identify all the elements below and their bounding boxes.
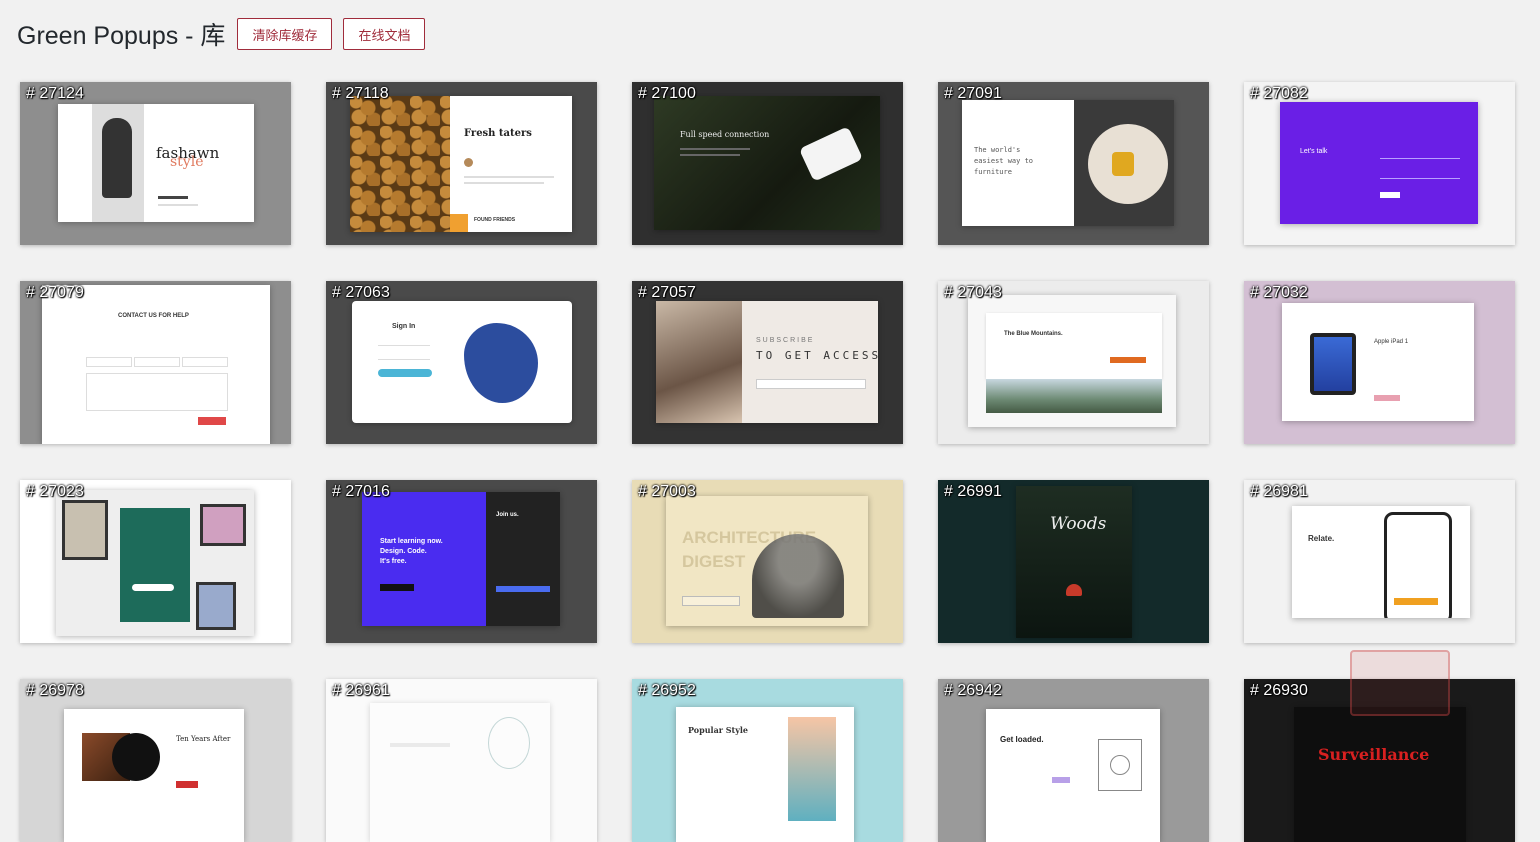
popup-text: Design. Code. [380, 548, 427, 555]
popup-id: # 26981 [1250, 483, 1308, 500]
popup-card[interactable]: Apple iPad 1 # 27032 [1244, 281, 1515, 444]
popup-id: # 26942 [944, 682, 1002, 699]
popup-text: The world's [974, 146, 1021, 154]
popup-id: # 26961 [332, 682, 390, 699]
popup-card[interactable]: Let's talk # 27082 [1244, 82, 1515, 245]
popup-card[interactable]: fashawn style # 27124 [20, 82, 291, 245]
popup-id: # 27063 [332, 284, 390, 301]
popup-thumbnail: The world's easiest way to furniture [938, 82, 1209, 245]
popup-heading: Surveillance [1318, 745, 1430, 764]
popup-text: Join us. [496, 512, 519, 518]
popup-heading: Sign In [392, 323, 416, 330]
popup-id: # 27082 [1250, 85, 1308, 102]
popup-card[interactable]: Full speed connection # 27100 [632, 82, 903, 245]
popup-text: Start learning now. [380, 538, 443, 545]
popup-thumbnail: Relate. [1244, 480, 1515, 643]
page-title: Green Popups - 库 [17, 22, 226, 50]
popup-thumbnail: Fresh taters FOUND FRIENDS [326, 82, 597, 245]
popup-thumbnail [326, 679, 597, 842]
popup-id: # 27043 [944, 284, 1002, 301]
popup-id: # 26991 [944, 483, 1002, 500]
popup-thumbnail: Get loaded. [938, 679, 1209, 842]
popup-card[interactable]: # 27023 [20, 480, 291, 643]
popup-text: SUBSCRIBE [756, 337, 815, 344]
popup-heading: Full speed connection [680, 130, 770, 139]
popup-card[interactable]: ARCHITECTURE DIGEST # 27003 [632, 480, 903, 643]
popup-id: # 27091 [944, 85, 1002, 102]
popup-heading: The Blue Mountains. [1004, 331, 1063, 337]
popup-thumbnail: Let's talk [1244, 82, 1515, 245]
popup-id: # 27023 [26, 483, 84, 500]
popup-id: # 26952 [638, 682, 696, 699]
popup-thumbnail: CONTACT US FOR HELP [20, 281, 291, 444]
footer-text: FOUND FRIENDS [474, 217, 516, 223]
clear-cache-button[interactable]: 清除库缓存 [237, 18, 333, 50]
popup-text: It's free. [380, 558, 407, 565]
brand-accent-text: style [170, 154, 204, 170]
popup-heading: TO GET ACCESS [756, 349, 878, 362]
popup-card[interactable]: Start learning now. Design. Code. It's f… [326, 480, 597, 643]
popup-thumbnail: Popular Style [632, 679, 903, 842]
popup-heading: Let's talk [1300, 148, 1328, 155]
popup-card[interactable]: Sign In # 27063 [326, 281, 597, 444]
popup-card[interactable]: The world's easiest way to furniture # 2… [938, 82, 1209, 245]
popup-card[interactable]: Get loaded. # 26942 [938, 679, 1209, 842]
popup-heading: CONTACT US FOR HELP [118, 313, 189, 319]
popup-thumbnail: Start learning now. Design. Code. It's f… [326, 480, 597, 643]
popup-card[interactable]: CONTACT US FOR HELP # 27079 [20, 281, 291, 444]
popup-text: furniture [974, 168, 1012, 176]
popup-heading: Get loaded. [1000, 735, 1044, 744]
popup-heading: Apple iPad 1 [1374, 339, 1409, 345]
popup-thumbnail [20, 480, 291, 643]
popup-card[interactable]: Fresh taters FOUND FRIENDS # 27118 [326, 82, 597, 245]
popup-heading: Fresh taters [464, 128, 532, 139]
popup-id: # 27100 [638, 85, 696, 102]
popup-id: # 27003 [638, 483, 696, 500]
page-header: Green Popups - 库 清除库缓存 在线文档 [17, 16, 436, 52]
popup-heading: Ten Years After [176, 735, 231, 743]
popup-thumbnail: Ten Years After [20, 679, 291, 842]
popup-thumbnail: Woods [938, 480, 1209, 643]
popup-heading: Popular Style [688, 725, 749, 735]
popup-id: # 27124 [26, 85, 84, 102]
popup-id: # 27118 [332, 85, 389, 102]
popup-card[interactable]: # 26961 [326, 679, 597, 842]
popup-card[interactable]: Woods # 26991 [938, 480, 1209, 643]
popup-card[interactable]: Ten Years After # 26978 [20, 679, 291, 842]
popup-thumbnail: The Blue Mountains. [938, 281, 1209, 444]
popup-card[interactable]: Popular Style # 26952 [632, 679, 903, 842]
popup-id: # 27057 [638, 284, 696, 301]
popup-card[interactable]: The Blue Mountains. # 27043 [938, 281, 1209, 444]
watermark-stamp-icon [1350, 650, 1450, 716]
popup-id: # 27032 [1250, 284, 1308, 301]
popup-card[interactable]: SUBSCRIBE TO GET ACCESS # 27057 [632, 281, 903, 444]
popup-thumbnail: Apple iPad 1 [1244, 281, 1515, 444]
popup-id: # 27079 [26, 284, 84, 301]
popup-card[interactable]: Relate. # 26981 [1244, 480, 1515, 643]
popup-text: easiest way to [974, 157, 1034, 165]
popup-thumbnail: SUBSCRIBE TO GET ACCESS [632, 281, 903, 444]
popup-thumbnail: ARCHITECTURE DIGEST [632, 480, 903, 643]
popup-thumbnail: fashawn style [20, 82, 291, 245]
popup-thumbnail: Full speed connection [632, 82, 903, 245]
popup-heading: Relate. [1308, 534, 1335, 543]
popup-heading: Woods [1050, 514, 1107, 534]
popup-text: DIGEST [682, 552, 746, 571]
popup-id: # 27016 [332, 483, 390, 500]
popup-id: # 26978 [26, 682, 84, 699]
popup-id: # 26930 [1250, 682, 1308, 699]
online-docs-button[interactable]: 在线文档 [343, 18, 426, 50]
popup-thumbnail: Sign In [326, 281, 597, 444]
